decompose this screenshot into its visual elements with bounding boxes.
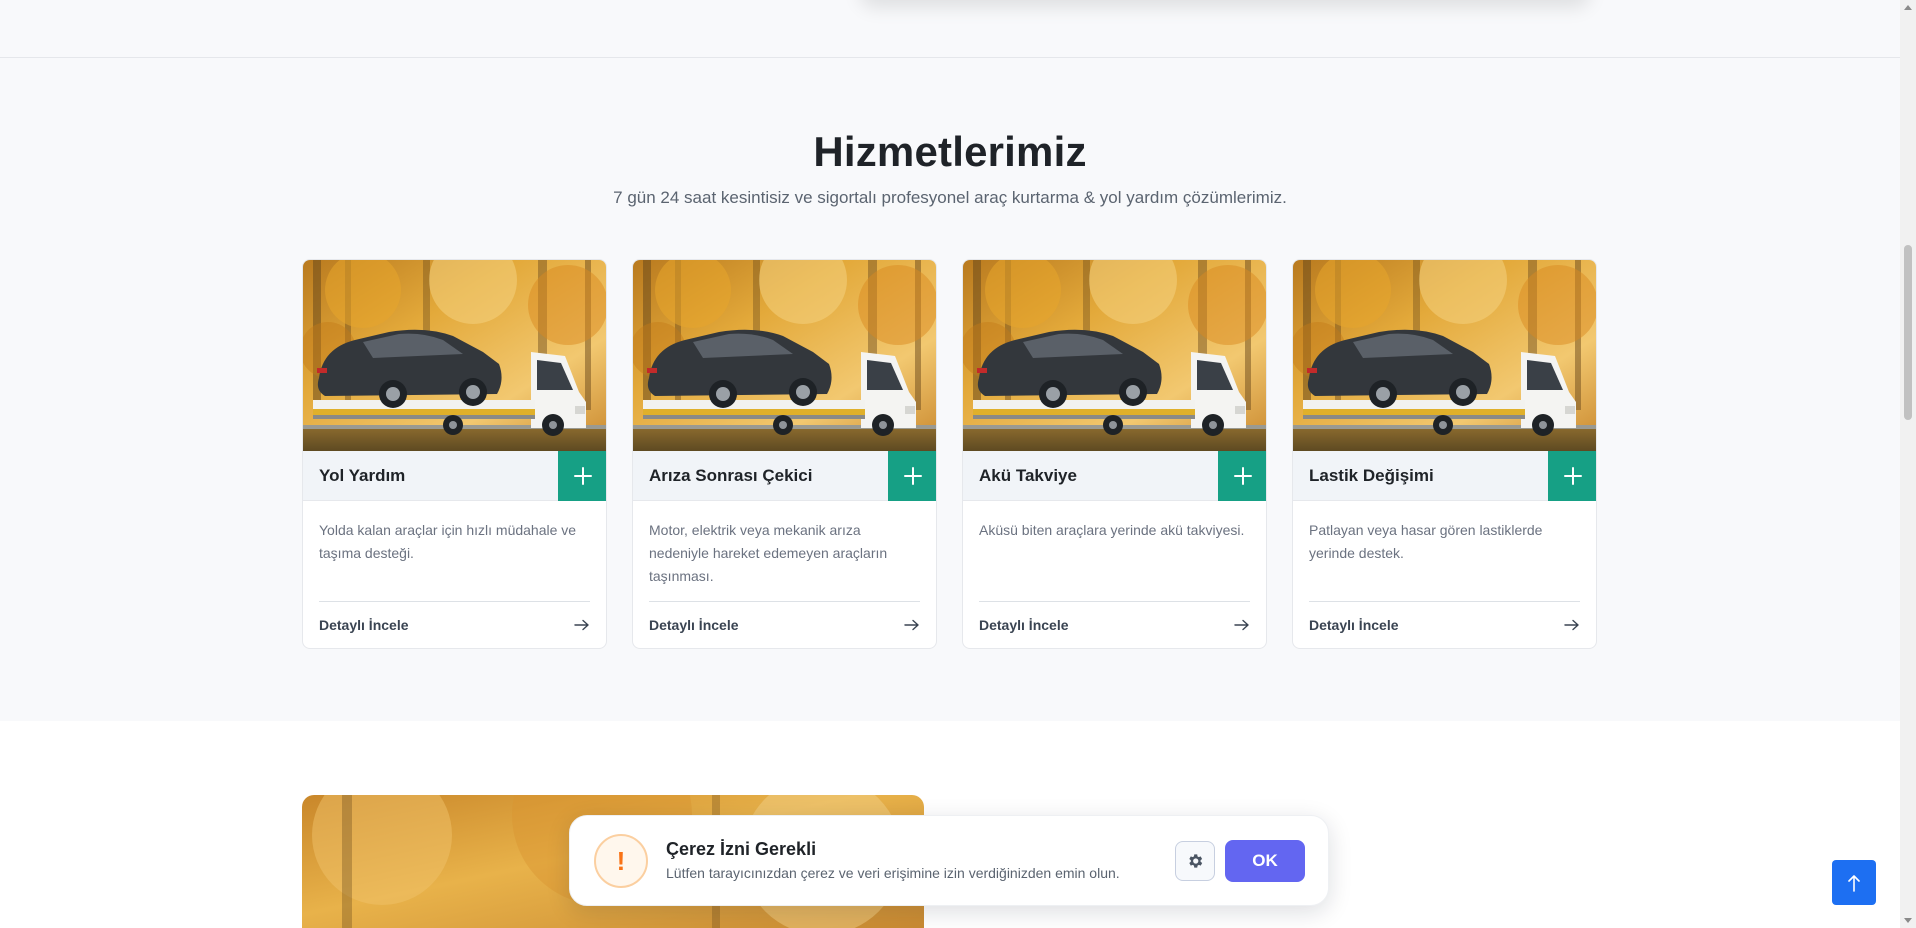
card-description: Patlayan veya hasar gören lastiklerde ye…: [1309, 522, 1543, 561]
service-card-lastik-degisimi[interactable]: Lastik Değişimi Patlayan veya hasar göre…: [1292, 259, 1597, 649]
details-link[interactable]: Detaylı İncele: [1309, 614, 1580, 636]
arrow-right-icon: [1564, 619, 1579, 631]
card-title: Lastik Değişimi: [1309, 466, 1434, 485]
card-divider: [979, 601, 1250, 602]
service-card-ariza-sonrasi-cekici[interactable]: Arıza Sonrası Çekici Motor, elektrik vey…: [632, 259, 937, 649]
gear-icon: [1189, 854, 1203, 868]
exclamation-icon: !: [594, 834, 648, 888]
card-divider: [1309, 601, 1580, 602]
card-divider: [649, 601, 920, 602]
tow-truck-photo: [1293, 260, 1596, 451]
arrow-right-icon: [904, 619, 919, 631]
cookie-title: Çerez İzni Gerekli: [666, 839, 817, 859]
page-scrollbar[interactable]: [1900, 0, 1916, 928]
service-card-aku-takviye[interactable]: Akü Takviye Aküsü biten araçlara yerinde…: [962, 259, 1267, 649]
section-subtitle: 7 gün 24 saat kesintisiz ve sigortalı pr…: [613, 188, 1287, 207]
details-link-label: Detaylı İncele: [649, 617, 739, 633]
scroll-up-arrow[interactable]: [1904, 5, 1912, 10]
plus-icon: [904, 467, 922, 485]
cookie-consent-banner: ! Çerez İzni Gerekli Lütfen tarayıcınızd…: [569, 815, 1329, 906]
cookie-text: Lütfen tarayıcınızdan çerez ve veri eriş…: [666, 865, 1120, 881]
card-header: Yol Yardım: [303, 451, 606, 501]
arrow-up-icon: [1848, 874, 1860, 892]
card-title: Yol Yardım: [319, 466, 406, 485]
cookie-settings-button[interactable]: [1175, 841, 1215, 881]
details-link[interactable]: Detaylı İncele: [649, 614, 920, 636]
section-title: Hizmetlerimiz: [813, 128, 1087, 175]
card-title: Arıza Sonrası Çekici: [649, 466, 813, 485]
tow-truck-photo: [963, 260, 1266, 451]
plus-icon: [574, 467, 592, 485]
card-description: Motor, elektrik veya mekanik arıza neden…: [649, 522, 888, 584]
arrow-right-icon: [574, 619, 589, 631]
exclamation-glyph: !: [616, 845, 626, 876]
expand-button[interactable]: [1548, 451, 1596, 501]
tow-truck-photo: [303, 260, 606, 451]
scroll-down-arrow[interactable]: [1904, 918, 1912, 923]
card-description: Aküsü biten araçlara yerinde akü takviye…: [979, 522, 1245, 538]
plus-icon: [1564, 467, 1582, 485]
back-to-top-button[interactable]: [1832, 860, 1876, 905]
service-card-yol-yardim[interactable]: Yol Yardım Yolda kalan araçlar için hızl…: [302, 259, 607, 649]
details-link[interactable]: Detaylı İncele: [319, 614, 590, 636]
expand-button[interactable]: [888, 451, 936, 501]
scroll-thumb[interactable]: [1904, 245, 1912, 420]
card-description: Yolda kalan araçlar için hızlı müdahale …: [319, 522, 577, 561]
expand-button[interactable]: [558, 451, 606, 501]
details-link-label: Detaylı İncele: [979, 617, 1069, 633]
card-divider: [319, 601, 590, 602]
card-header: Akü Takviye: [963, 451, 1266, 501]
arrow-right-icon: [1234, 619, 1249, 631]
card-header: Arıza Sonrası Çekici: [633, 451, 936, 501]
previous-section-bottom: [0, 0, 1900, 58]
details-link-label: Detaylı İncele: [1309, 617, 1399, 633]
cookie-ok-button[interactable]: OK: [1225, 840, 1305, 882]
tow-truck-photo: [633, 260, 936, 451]
card-header: Lastik Değişimi: [1293, 451, 1596, 501]
details-link-label: Detaylı İncele: [319, 617, 409, 633]
plus-icon: [1234, 467, 1252, 485]
services-section: Hizmetlerimiz 7 gün 24 saat kesintisiz v…: [0, 58, 1900, 721]
details-link[interactable]: Detaylı İncele: [979, 614, 1250, 636]
card-title: Akü Takviye: [979, 466, 1077, 485]
expand-button[interactable]: [1218, 451, 1266, 501]
